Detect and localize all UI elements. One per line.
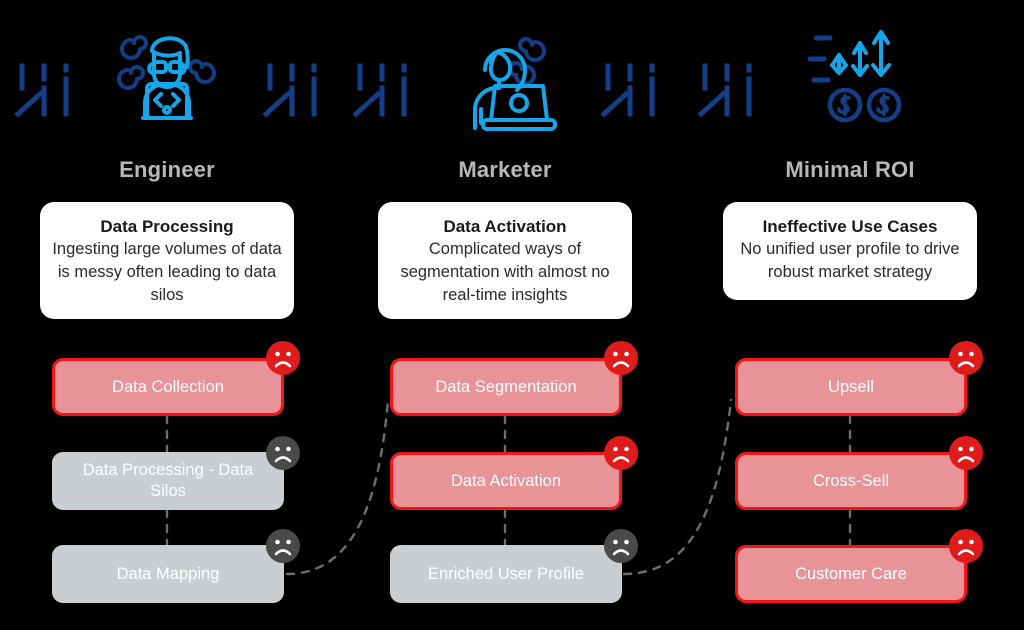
declining-bar-chart-icon bbox=[600, 63, 655, 118]
step-pill-label: Data Collection bbox=[112, 377, 224, 396]
step-pill[interactable]: Data Mapping bbox=[52, 545, 284, 603]
step-pill-label: Data Activation bbox=[450, 471, 562, 490]
sad-face-red-icon bbox=[949, 341, 983, 375]
marketer-laptop-icon bbox=[435, 18, 575, 143]
step-pill[interactable]: Upsell bbox=[735, 358, 967, 416]
declining-bar-chart-icon bbox=[697, 63, 752, 118]
info-card-body: No unified user profile to drive robust … bbox=[740, 240, 960, 281]
diagram-canvas: Engineer Data Processing Ingesting large… bbox=[0, 0, 1024, 630]
sad-face-red-icon bbox=[949, 436, 983, 470]
column-marketer: Marketer Data Activation Complicated way… bbox=[352, 0, 655, 630]
step-pill[interactable]: Customer Care bbox=[735, 545, 967, 603]
sad-face-red-icon bbox=[266, 341, 300, 375]
falling-arrows-coins-icon bbox=[780, 18, 920, 143]
info-card-body: Complicated ways of segmentation with al… bbox=[400, 240, 610, 304]
step-pill-label: Data Segmentation bbox=[435, 377, 577, 396]
column-header-engineer: Engineer bbox=[119, 157, 215, 182]
column-header-minimal-roi: Minimal ROI bbox=[785, 157, 915, 182]
info-card-body: Ingesting large volumes of data is messy… bbox=[52, 240, 282, 304]
step-pill[interactable]: Data Segmentation bbox=[390, 358, 622, 416]
sad-face-red-icon bbox=[949, 529, 983, 563]
declining-bar-chart-icon bbox=[262, 63, 317, 118]
info-card-engineer: Data Processing Ingesting large volumes … bbox=[40, 202, 294, 319]
column-header-marketer: Marketer bbox=[458, 157, 552, 182]
step-pill[interactable]: Cross-Sell bbox=[735, 452, 967, 510]
column-minimal-roi: Minimal ROI Ineffective Use Cases No uni… bbox=[697, 0, 1000, 630]
engineer-avatar-icon bbox=[97, 18, 237, 143]
info-card-minimal-roi: Ineffective Use Cases No unified user pr… bbox=[723, 202, 977, 300]
step-pill-label: Data Processing - Data Silos bbox=[82, 461, 254, 500]
step-pill-label: Data Mapping bbox=[116, 564, 220, 583]
info-card-title: Data Processing bbox=[100, 217, 234, 236]
declining-bar-chart-icon bbox=[352, 63, 407, 118]
step-pill-label: Customer Care bbox=[795, 564, 907, 583]
column-engineer: Engineer Data Processing Ingesting large… bbox=[14, 0, 317, 630]
info-card-marketer: Data Activation Complicated ways of segm… bbox=[378, 202, 632, 319]
step-pill[interactable]: Data Collection bbox=[52, 358, 284, 416]
sad-face-red-icon bbox=[604, 341, 638, 375]
step-pill-label: Cross-Sell bbox=[812, 471, 890, 490]
sad-face-gray-icon bbox=[266, 436, 300, 470]
step-pill[interactable]: Enriched User Profile bbox=[390, 545, 622, 603]
declining-bar-chart-icon bbox=[14, 63, 69, 118]
step-pill[interactable]: Data Processing - Data Silos bbox=[52, 452, 284, 510]
sad-face-red-icon bbox=[604, 436, 638, 470]
info-card-title: Data Activation bbox=[443, 217, 567, 236]
sad-face-gray-icon bbox=[266, 529, 300, 563]
step-pill[interactable]: Data Activation bbox=[390, 452, 622, 510]
step-pill-label: Upsell bbox=[828, 377, 874, 396]
info-card-title: Ineffective Use Cases bbox=[762, 217, 938, 236]
sad-face-gray-icon bbox=[604, 529, 638, 563]
step-pill-label: Enriched User Profile bbox=[428, 564, 584, 583]
